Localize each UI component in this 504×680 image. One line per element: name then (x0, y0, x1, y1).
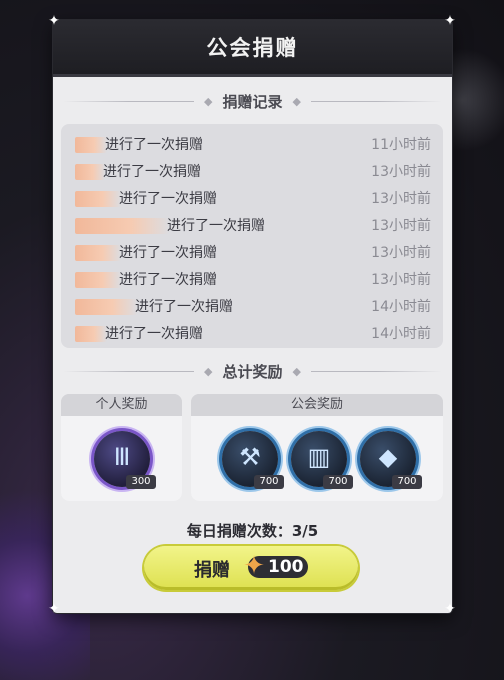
record-time: 13小时前 (371, 245, 431, 261)
record-text: 进行了一次捐赠 (119, 245, 217, 261)
personal-reward-label: 个人奖励 (61, 394, 182, 416)
corner-ornament-icon: ✦ (48, 13, 60, 29)
scroll-icon[interactable]: ▥ 700 (291, 431, 353, 489)
record-text: 进行了一次捐赠 (105, 137, 203, 153)
records-section-title: ◆ 捐赠记录 ◆ (63, 90, 443, 112)
guild-donation-panel: 公会捐赠 ◆ 捐赠记录 ◆ 进行了一次捐赠 11小时前 进行了一次捐赠 13小时… (53, 20, 452, 613)
blurred-player-name (75, 191, 121, 207)
item-quantity: 700 (323, 475, 353, 489)
diamond-ornament-icon: ◆ (292, 364, 301, 378)
star-gem-icon: ✦ (243, 551, 265, 581)
item-quantity: 300 (126, 475, 156, 489)
blurred-player-name (75, 326, 107, 342)
list-item: 进行了一次捐赠 14小时前 (61, 321, 443, 347)
guild-reward-body: ⚒ 700 ▥ 700 ◆ 700 (191, 416, 443, 501)
item-quantity: 700 (254, 475, 284, 489)
list-item: 进行了一次捐赠 13小时前 (61, 186, 443, 212)
anvil-icon[interactable]: ⚒ 700 (222, 431, 284, 489)
records-title-text: 捐赠记录 (222, 92, 283, 111)
donate-button-label: 捐赠 (194, 560, 230, 581)
diamond-ornament-icon: ◆ (204, 94, 213, 108)
record-text: 进行了一次捐赠 (135, 299, 233, 315)
blurred-player-name (75, 245, 121, 261)
daily-donation-count: 每日捐赠次数：3/5 (186, 522, 319, 540)
rewards-section-title: ◆ 总计奖励 ◆ (63, 360, 443, 382)
diamond-ornament-icon: ◆ (292, 94, 301, 108)
record-time: 13小时前 (371, 191, 431, 207)
record-time: 13小时前 (371, 218, 431, 234)
diamond-ornament-icon: ◆ (204, 364, 213, 378)
record-text: 进行了一次捐赠 (103, 164, 201, 180)
personal-reward-box: 个人奖励 Ⅲ 300 (61, 394, 182, 501)
guild-reward-label: 公会奖励 (191, 394, 443, 416)
crystal-icon[interactable]: ◆ 700 (360, 431, 422, 489)
record-time: 13小时前 (371, 272, 431, 288)
list-item: 进行了一次捐赠 14小时前 (61, 294, 443, 320)
corner-ornament-icon: ✦ (444, 601, 456, 617)
record-time: 14小时前 (371, 326, 431, 342)
record-text: 进行了一次捐赠 (167, 218, 265, 234)
record-time: 13小时前 (371, 164, 431, 180)
guild-reward-box: 公会奖励 ⚒ 700 ▥ 700 ◆ 700 (191, 394, 443, 501)
blurred-player-name (75, 164, 105, 180)
corner-ornament-icon: ✦ (48, 601, 60, 617)
crystal-glyph: ◆ (378, 443, 398, 471)
blurred-player-name (75, 137, 107, 153)
corner-ornament-icon: ✦ (444, 13, 456, 29)
donation-records-list[interactable]: 进行了一次捐赠 11小时前 进行了一次捐赠 13小时前 进行了一次捐赠 13小时… (61, 124, 443, 348)
list-item: 进行了一次捐赠 13小时前 (61, 267, 443, 293)
record-text: 进行了一次捐赠 (119, 272, 217, 288)
list-item: 进行了一次捐赠 13小时前 (61, 159, 443, 185)
anvil-glyph: ⚒ (239, 443, 261, 471)
list-item: 进行了一次捐赠 13小时前 (61, 240, 443, 266)
divider-line (63, 370, 195, 372)
scroll-glyph: ▥ (307, 443, 331, 471)
blurred-player-name (75, 272, 121, 288)
divider-line (310, 100, 443, 102)
list-item: 进行了一次捐赠 13小时前 (61, 213, 443, 239)
record-text: 进行了一次捐赠 (119, 191, 217, 207)
divider-line (310, 370, 443, 372)
list-item: 进行了一次捐赠 11小时前 (61, 132, 443, 158)
divider-line (63, 100, 195, 102)
emblem-coin-icon[interactable]: Ⅲ 300 (94, 431, 156, 489)
record-time: 14小时前 (371, 299, 431, 315)
personal-reward-body: Ⅲ 300 (61, 416, 182, 501)
record-time: 11小时前 (371, 137, 431, 153)
blurred-player-name (75, 218, 169, 234)
rewards-title-text: 总计奖励 (222, 362, 283, 381)
panel-header: 公会捐赠 (53, 20, 452, 77)
donate-button[interactable]: 捐赠 ✦ 100 (144, 546, 358, 590)
panel-title: 公会捐赠 (206, 36, 299, 60)
record-text: 进行了一次捐赠 (105, 326, 203, 342)
blurred-player-name (75, 299, 137, 315)
item-quantity: 700 (392, 475, 422, 489)
donate-cost: 100 (268, 557, 304, 577)
emblem-glyph: Ⅲ (113, 443, 131, 471)
